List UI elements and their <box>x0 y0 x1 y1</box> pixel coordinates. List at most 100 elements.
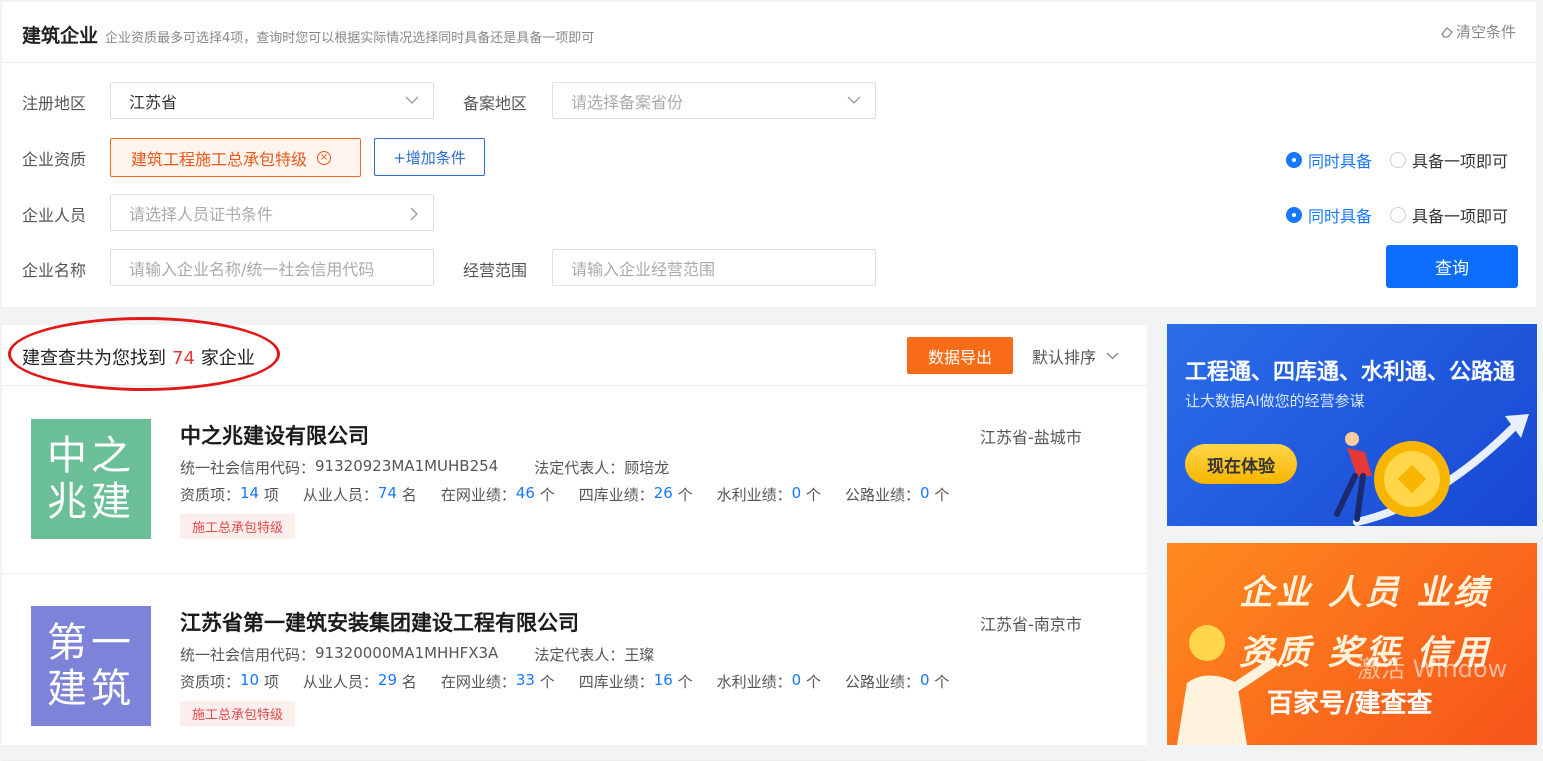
stat-value[interactable]: 74 <box>378 484 397 505</box>
company-stats-line: 资质项： 10 项 从业人员： 29 名 在网业绩： 33 个 四库业绩： 16 个 水… <box>180 671 949 692</box>
radio-all[interactable]: 同时具备 <box>1286 203 1372 227</box>
stat-value[interactable]: 16 <box>654 671 673 692</box>
stat-unit: 个 <box>805 486 821 504</box>
results-panel: 建查查共为您找到 74 家企业 数据导出 默认排序 中之兆建 中之兆建设有限公司 江… <box>2 317 1147 761</box>
stat-value[interactable]: 0 <box>920 484 930 505</box>
baijiahao-watermark: 百家号/建查查 <box>1267 689 1433 719</box>
credit-code-label: 统一社会信用代码： <box>180 646 316 664</box>
company-location: 江苏省-盐城市 <box>980 428 1082 447</box>
growth-illustration-icon <box>1334 414 1529 526</box>
radio-dot <box>1286 152 1302 168</box>
close-circle-icon[interactable]: × <box>317 150 332 165</box>
stat-unit: 个 <box>677 673 693 691</box>
stat-label: 水利业绩： <box>716 486 792 504</box>
person-match-radio: 同时具备 具备一项即可 <box>1286 203 1508 227</box>
radio-any-label: 具备一项即可 <box>1412 207 1509 226</box>
chevron-down-icon <box>1106 352 1119 360</box>
radio-all-label: 同时具备 <box>1308 207 1373 226</box>
eraser-icon <box>1441 26 1453 38</box>
stat-label: 从业人员： <box>302 673 378 691</box>
clear-filters-button[interactable]: 清空条件 <box>1440 21 1516 42</box>
filter-panel: 建筑企业 企业资质最多可选择4项，查询时您可以根据实际情况选择同时具备还是具备一… <box>2 2 1536 307</box>
stat-value[interactable]: 0 <box>792 484 802 505</box>
stat-value[interactable]: 0 <box>920 671 930 692</box>
chevron-right-icon <box>410 207 418 221</box>
company-name-input[interactable]: 请输入企业名称/统一社会信用代码 <box>110 249 434 286</box>
company-info-line: 统一社会信用代码： 91320000MA1MHHFX3A 法定代表人： 王璨 <box>180 644 654 665</box>
radio-all[interactable]: 同时具备 <box>1286 148 1372 172</box>
scope-placeholder: 请输入企业经营范围 <box>571 259 716 279</box>
stat-unit: 个 <box>934 673 950 691</box>
credit-code: 91320000MA1MHHFX3A <box>315 644 499 662</box>
page-title: 建筑企业 <box>22 25 99 47</box>
radio-any-label: 具备一项即可 <box>1412 152 1509 171</box>
stat-label: 公路业绩： <box>844 486 920 504</box>
stat-label: 在网业绩： <box>440 486 516 504</box>
stat-label: 资质项： <box>180 486 241 504</box>
radio-dot <box>1286 207 1302 223</box>
credit-code-label: 统一社会信用代码： <box>180 459 316 477</box>
add-condition-button[interactable]: +增加条件 <box>374 138 485 176</box>
radio-any[interactable]: 具备一项即可 <box>1390 203 1508 227</box>
stat-unit: 个 <box>677 486 693 504</box>
legal-rep: 王璨 <box>624 646 655 664</box>
legal-rep: 顾培龙 <box>624 459 670 477</box>
stat-label: 水利业绩： <box>716 673 792 691</box>
stat-label: 四库业绩： <box>578 486 654 504</box>
qualification-tag[interactable]: 建筑工程施工总承包特级 × <box>110 138 361 177</box>
stat-unit: 个 <box>805 673 821 691</box>
company-name[interactable]: 江苏省第一建筑安装集团建设工程有限公司 <box>180 607 579 637</box>
export-button[interactable]: 数据导出 <box>907 337 1013 374</box>
qualification-badge: 施工总承包特级 <box>180 701 296 726</box>
company-logo: 第一建筑 <box>31 606 151 726</box>
company-logo: 中之兆建 <box>31 419 151 539</box>
results-header: 建查查共为您找到 74 家企业 数据导出 默认排序 <box>2 317 1147 391</box>
stat-value[interactable]: 46 <box>516 484 535 505</box>
stat-value[interactable]: 10 <box>240 671 259 692</box>
company-card[interactable]: 中之兆建 中之兆建设有限公司 江苏省-盐城市 统一社会信用代码： 91320923… <box>2 387 1147 574</box>
stat-unit: 名 <box>401 486 417 504</box>
promo-banner-tools[interactable]: 工程通、四库通、水利通、公路通 让大数据AI做您的经营参谋 现在体验 <box>1167 324 1537 526</box>
person-label: 企业人员 <box>22 206 87 225</box>
scope-input[interactable]: 请输入企业经营范围 <box>552 249 876 286</box>
legal-rep-label: 法定代表人： <box>534 459 625 477</box>
stat-unit: 个 <box>539 486 555 504</box>
stat-label: 从业人员： <box>302 486 378 504</box>
stat-value[interactable]: 29 <box>378 671 397 692</box>
region-label: 注册地区 <box>22 94 87 113</box>
red-circle-annotation <box>8 317 280 391</box>
stat-label: 公路业绩： <box>844 673 920 691</box>
qualification-match-radio: 同时具备 具备一项即可 <box>1286 148 1508 172</box>
stat-label: 在网业绩： <box>440 673 516 691</box>
company-name[interactable]: 中之兆建设有限公司 <box>180 420 369 450</box>
radio-any[interactable]: 具备一项即可 <box>1390 148 1508 172</box>
stat-value[interactable]: 33 <box>516 671 535 692</box>
stat-value[interactable]: 14 <box>240 484 259 505</box>
region-select[interactable]: 江苏省 <box>110 82 434 119</box>
company-location: 江苏省-南京市 <box>980 615 1082 634</box>
sort-dropdown[interactable]: 默认排序 <box>1032 344 1119 368</box>
query-button[interactable]: 查询 <box>1386 245 1518 288</box>
company-stats-line: 资质项： 14 项 从业人员： 74 名 在网业绩： 46 个 四库业绩： 26 个 水… <box>180 484 949 505</box>
promo-line-1: 企业 人员 业绩 <box>1239 573 1491 613</box>
record-select[interactable]: 请选择备案省份 <box>552 82 876 119</box>
qualification-badge: 施工总承包特级 <box>180 514 296 539</box>
promo-banner-data[interactable]: 企业 人员 业绩 资质 奖惩 信用 激活 Window 百家号/建查查 <box>1167 543 1537 745</box>
radio-all-label: 同时具备 <box>1308 152 1373 171</box>
stat-unit: 项 <box>263 673 279 691</box>
stat-unit: 项 <box>263 486 279 504</box>
promo-title: 工程通、四库通、水利通、公路通 <box>1185 360 1516 385</box>
person-select[interactable]: 请选择人员证书条件 <box>110 194 434 231</box>
stat-value[interactable]: 26 <box>654 484 673 505</box>
stat-unit: 个 <box>934 486 950 504</box>
stat-unit: 个 <box>539 673 555 691</box>
radio-dot <box>1390 152 1407 168</box>
scope-label: 经营范围 <box>463 261 528 280</box>
try-now-button[interactable]: 现在体验 <box>1185 444 1297 484</box>
stat-value[interactable]: 0 <box>792 671 802 692</box>
company-card[interactable]: 第一建筑 江苏省第一建筑安装集团建设工程有限公司 江苏省-南京市 统一社会信用代… <box>2 574 1147 761</box>
legal-rep-label: 法定代表人： <box>534 646 625 664</box>
stat-label: 资质项： <box>180 673 241 691</box>
qualification-tag-label: 建筑工程施工总承包特级 <box>131 149 308 169</box>
company-name-label: 企业名称 <box>22 261 87 280</box>
